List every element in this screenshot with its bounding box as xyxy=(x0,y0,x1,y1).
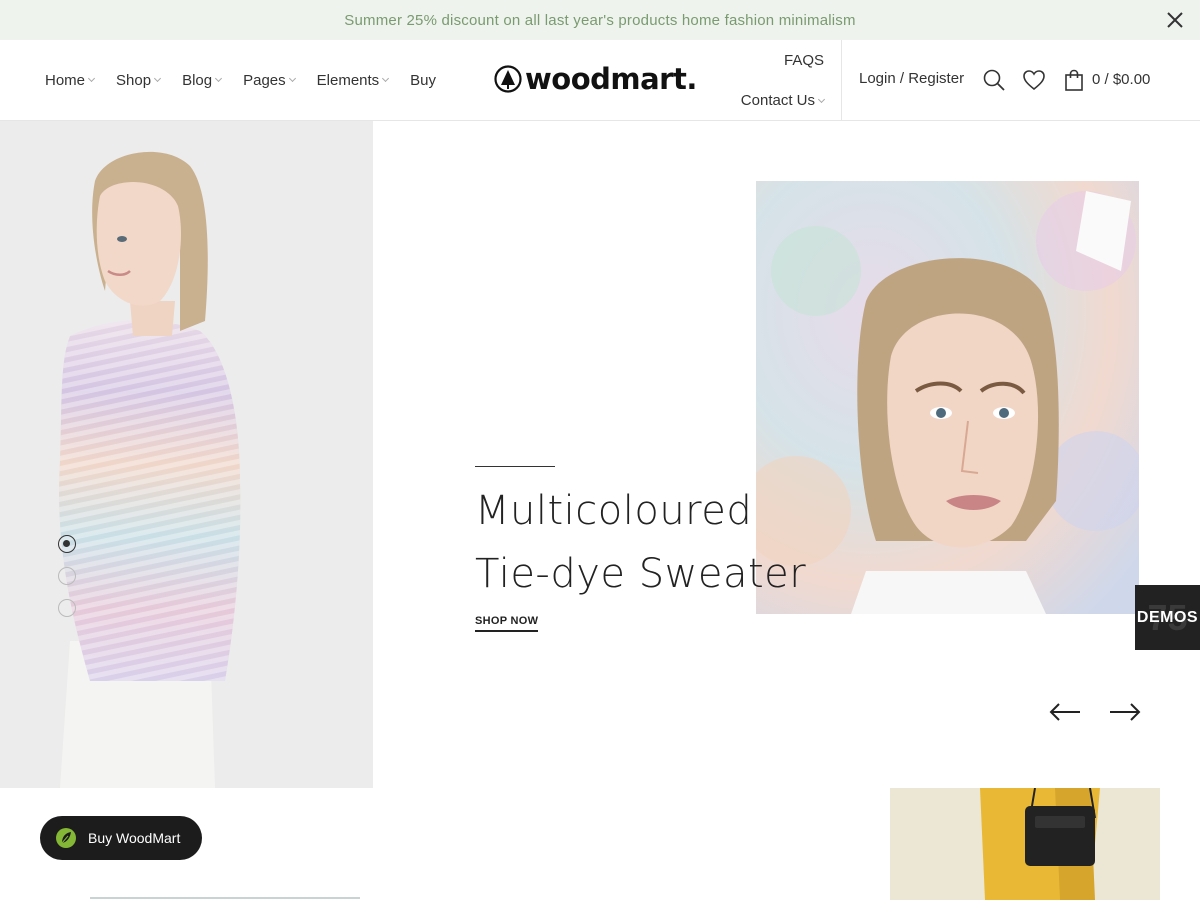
slider-dot-3[interactable] xyxy=(58,599,76,617)
hero-title-line-2: Tie-dye Sweater xyxy=(475,551,807,597)
nav-item-blog[interactable]: Blog xyxy=(182,71,223,89)
nav-item-home[interactable]: Home xyxy=(45,71,96,89)
nav-item-label: Home xyxy=(45,71,86,89)
hero-title-divider xyxy=(475,466,555,467)
site-header: Home Shop Blog Pages Elements Buy woodma… xyxy=(0,40,1200,121)
chevron-down-icon xyxy=(817,95,826,103)
leaf-icon xyxy=(56,828,76,848)
slider-pagination xyxy=(58,535,76,631)
model-image xyxy=(0,121,373,788)
promo-text: Summer 25% discount on all last year's p… xyxy=(344,11,856,29)
slider-dot-2[interactable] xyxy=(58,567,76,585)
arrow-right-icon[interactable] xyxy=(1108,700,1142,724)
demos-label: DEMOS xyxy=(1136,608,1199,626)
nav-item-elements[interactable]: Elements xyxy=(316,71,390,89)
close-icon[interactable] xyxy=(1164,9,1186,31)
nav-item-label: Pages xyxy=(243,71,286,89)
hero-side-image xyxy=(0,121,373,788)
nav-item-contact[interactable]: Contact Us xyxy=(740,92,826,109)
cart-summary[interactable]: 0 / $0.00 xyxy=(1092,71,1150,88)
shop-now-button[interactable]: SHOP NOW xyxy=(475,615,539,632)
nav-item-label: Blog xyxy=(182,71,213,89)
nav-item-label: Contact Us xyxy=(740,92,815,109)
heart-icon[interactable] xyxy=(1022,68,1046,92)
secondary-nav: FAQS Contact Us xyxy=(720,40,840,120)
promo-bar: Summer 25% discount on all last year's p… xyxy=(0,0,1200,40)
yellow-sweater-bag-image xyxy=(890,788,1160,900)
chevron-down-icon xyxy=(87,74,96,83)
bag-icon[interactable] xyxy=(1062,68,1086,92)
logo-text: woodmart. xyxy=(525,62,697,96)
hero-product-image xyxy=(756,181,1139,614)
tree-logo-icon xyxy=(494,65,522,93)
chevron-down-icon xyxy=(382,74,390,83)
site-logo[interactable]: woodmart. xyxy=(494,59,697,99)
buy-woodmart-button[interactable]: Buy WoodMart xyxy=(40,816,202,860)
chevron-down-icon xyxy=(154,74,162,83)
buy-woodmart-label: Buy WoodMart xyxy=(88,830,181,846)
nav-item-buy[interactable]: Buy xyxy=(410,72,436,89)
section-divider xyxy=(90,897,360,899)
chevron-down-icon xyxy=(288,74,296,83)
hero-title: Multicoloured Tie-dye Sweater xyxy=(475,480,806,606)
arrow-left-icon[interactable] xyxy=(1048,700,1082,724)
product-image-bag xyxy=(890,788,1160,900)
nav-item-faqs[interactable]: FAQS xyxy=(784,52,824,69)
hero-title-line-1: Multicoloured xyxy=(475,488,753,534)
slider-dot-1[interactable] xyxy=(58,535,76,553)
model-portrait-image xyxy=(756,181,1139,614)
demos-button[interactable]: 75 DEMOS xyxy=(1135,585,1200,650)
nav-item-pages[interactable]: Pages xyxy=(243,71,296,89)
main-nav: Home Shop Blog Pages Elements Buy xyxy=(45,40,458,120)
chevron-down-icon xyxy=(215,74,223,83)
nav-item-label: Elements xyxy=(316,71,380,89)
login-register-link[interactable]: Login / Register xyxy=(859,70,964,87)
nav-item-label: Buy xyxy=(410,71,437,89)
nav-item-label: Shop xyxy=(116,71,152,89)
nav-item-shop[interactable]: Shop xyxy=(116,71,162,89)
header-divider xyxy=(841,40,842,120)
search-icon[interactable] xyxy=(982,68,1006,92)
